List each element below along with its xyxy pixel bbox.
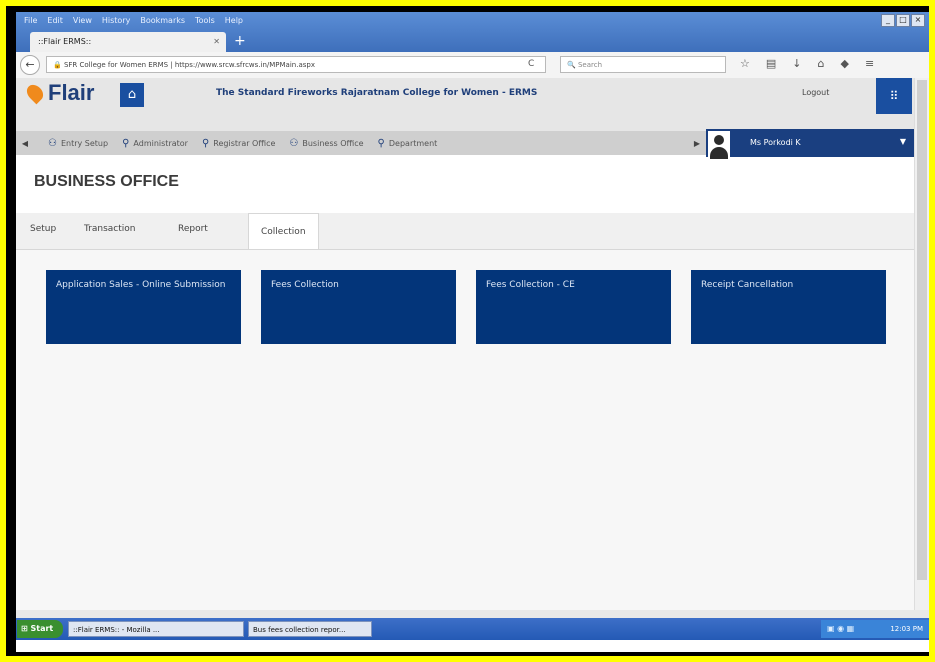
vertical-scrollbar[interactable] — [914, 78, 929, 610]
tab-title: ::Flair ERMS:: — [38, 37, 92, 46]
tab-transaction[interactable]: Transaction — [84, 224, 136, 234]
user-icon: ⚲ — [122, 137, 130, 149]
page-tabs: Setup Transaction Report Collection — [16, 213, 914, 250]
module-label: Business Office — [302, 138, 364, 148]
browser-titlebar: File Edit View History Bookmarks Tools H… — [16, 12, 929, 52]
module-entry-setup[interactable]: ⚇ Entry Setup — [48, 138, 108, 149]
module-administrator[interactable]: ⚲ Administrator — [122, 138, 188, 149]
minimize-button[interactable]: _ — [881, 14, 895, 27]
user-icon: ⚲ — [201, 137, 210, 149]
new-tab-icon[interactable]: + — [234, 32, 246, 50]
users-icon: ⚇ — [289, 137, 299, 149]
scroll-left-icon[interactable]: ◀ — [16, 139, 34, 148]
college-name: The Standard Fireworks Rajaratnam Colleg… — [216, 88, 538, 98]
tab-setup[interactable]: Setup — [30, 224, 56, 234]
menu-tools[interactable]: Tools — [195, 16, 215, 30]
scrollbar-thumb[interactable] — [917, 80, 927, 580]
module-label: Entry Setup — [60, 138, 109, 148]
browser-navbar: ← 🔒 SFR College for Women ERMS | https:/… — [16, 52, 929, 79]
hamburger-menu-icon[interactable]: ≡ — [865, 57, 874, 70]
search-input[interactable]: 🔍 Search — [560, 56, 726, 73]
screen: File Edit View History Bookmarks Tools H… — [16, 12, 929, 652]
users-icon: ⚇ — [48, 137, 57, 149]
browser-tab[interactable]: ::Flair ERMS:: ✕ — [30, 32, 226, 52]
app-header: Flair ⌂ The Standard Fireworks Rajaratna… — [16, 78, 914, 131]
url-text: SFR College for Women ERMS | https://www… — [63, 61, 315, 69]
taskbar-item-firefox[interactable]: ::Flair ERMS:: - Mozilla ... — [68, 621, 244, 637]
menu-file[interactable]: File — [24, 16, 37, 30]
taskbar-item-report[interactable]: Bus fees collection repor... — [248, 621, 372, 637]
page-footer — [16, 610, 929, 618]
page-title: BUSINESS OFFICE — [34, 173, 179, 190]
module-label: Administrator — [133, 138, 188, 148]
close-tab-icon[interactable]: ✕ — [213, 32, 220, 52]
tile-fees-collection[interactable]: Fees Collection — [261, 270, 456, 344]
search-placeholder: Search — [577, 61, 603, 69]
user-menu[interactable]: Ms Porkodi K ▼ — [706, 129, 914, 159]
tab-collection[interactable]: Collection — [248, 213, 319, 249]
bookmark-star-icon[interactable]: ☆ — [740, 57, 750, 70]
user-icon: ⚲ — [377, 137, 385, 149]
menu-history[interactable]: History — [102, 16, 130, 30]
lock-icon: 🔒 — [53, 61, 64, 69]
menu-bookmarks[interactable]: Bookmarks — [140, 16, 185, 30]
taskbar: ⊞ Start ::Flair ERMS:: - Mozilla ... Bus… — [16, 618, 929, 640]
menu-help[interactable]: Help — [225, 16, 243, 30]
module-business-office[interactable]: ⚇ Business Office — [289, 138, 363, 149]
reading-list-icon[interactable]: ▤ — [766, 57, 776, 70]
window-controls: _ □ × — [881, 14, 925, 27]
avatar — [708, 131, 730, 159]
module-department[interactable]: ⚲ Department — [378, 138, 438, 149]
scroll-right-icon[interactable]: ▶ — [688, 139, 706, 148]
system-tray: ▣ ◉ ▦ 12:03 PM — [821, 620, 929, 638]
url-bar[interactable]: 🔒 SFR College for Women ERMS | https://w… — [46, 56, 546, 73]
browser-menubar: File Edit View History Bookmarks Tools H… — [24, 16, 243, 30]
download-icon[interactable]: ↓ — [792, 57, 801, 70]
start-label: Start — [30, 624, 54, 633]
collection-content: Application Sales - Online Submission Fe… — [16, 250, 914, 610]
tile-receipt-cancellation[interactable]: Receipt Cancellation — [691, 270, 886, 344]
home-button[interactable]: ⌂ — [120, 83, 144, 107]
toolbar-icons: ☆ ▤ ↓ ⌂ ◆ ≡ — [740, 57, 874, 70]
tile-fees-collection-ce[interactable]: Fees Collection - CE — [476, 270, 671, 344]
apps-grid-button[interactable]: ⠿ — [876, 78, 912, 114]
module-label: Department — [388, 138, 438, 148]
flair-logo-icon — [23, 81, 47, 105]
pocket-icon[interactable]: ◆ — [840, 57, 848, 70]
home-icon[interactable]: ⌂ — [818, 57, 825, 70]
user-name: Ms Porkodi K — [750, 138, 801, 147]
back-icon[interactable]: ← — [20, 55, 40, 75]
module-registrar-office[interactable]: ⚲ Registrar Office — [202, 138, 275, 149]
maximize-button[interactable]: □ — [896, 14, 910, 27]
tab-report[interactable]: Report — [178, 224, 208, 234]
start-button[interactable]: ⊞ Start — [17, 620, 63, 638]
reload-icon[interactable]: C — [528, 56, 534, 73]
clock: 12:03 PM — [890, 625, 923, 633]
module-label: Registrar Office — [213, 138, 276, 148]
app-logo: Flair — [48, 80, 95, 105]
module-bar: ◀ ⚇ Entry Setup ⚲ Administrator ⚲ Registrar… — [16, 131, 706, 155]
tile-application-sales[interactable]: Application Sales - Online Submission — [46, 270, 241, 344]
menu-edit[interactable]: Edit — [47, 16, 63, 30]
chevron-down-icon: ▼ — [899, 137, 906, 146]
close-button[interactable]: × — [911, 14, 925, 27]
logout-link[interactable]: Logout — [802, 88, 829, 97]
tray-icons: ▣ ◉ ▦ — [827, 624, 855, 633]
menu-view[interactable]: View — [73, 16, 92, 30]
